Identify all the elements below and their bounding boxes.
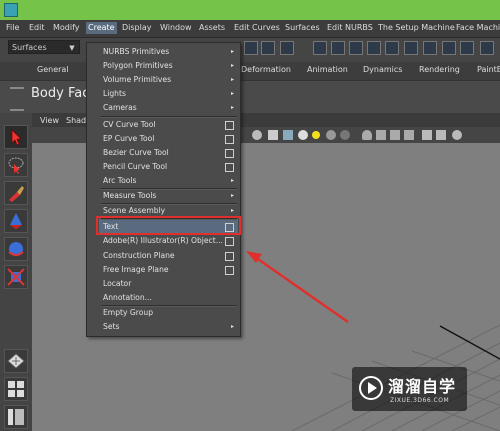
play-logo-icon [359, 376, 383, 400]
watermark-title: 溜溜自学 [388, 377, 457, 396]
watermark-subtitle: ZIXUE.3D66.COM [390, 397, 450, 404]
watermark-logo: 溜溜自学 ZIXUE.3D66.COM [352, 367, 467, 411]
